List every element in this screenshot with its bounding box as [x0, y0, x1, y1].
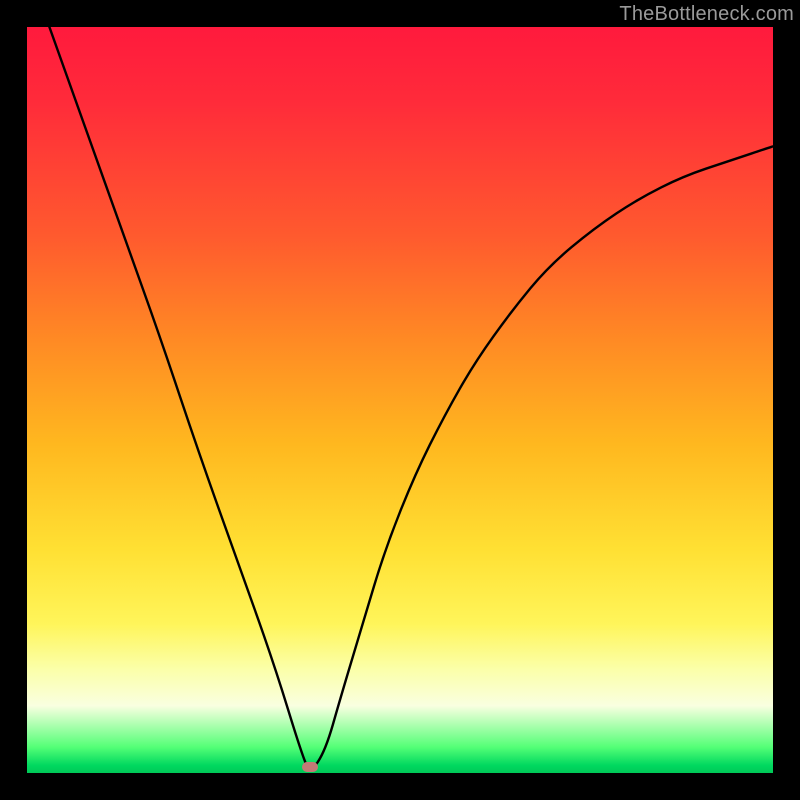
bottleneck-curve — [49, 27, 773, 769]
watermark-text: TheBottleneck.com — [619, 3, 794, 26]
curve-svg — [27, 27, 773, 773]
plot-area — [27, 27, 773, 773]
optimum-marker — [302, 762, 318, 772]
chart-frame: TheBottleneck.com — [0, 0, 800, 800]
